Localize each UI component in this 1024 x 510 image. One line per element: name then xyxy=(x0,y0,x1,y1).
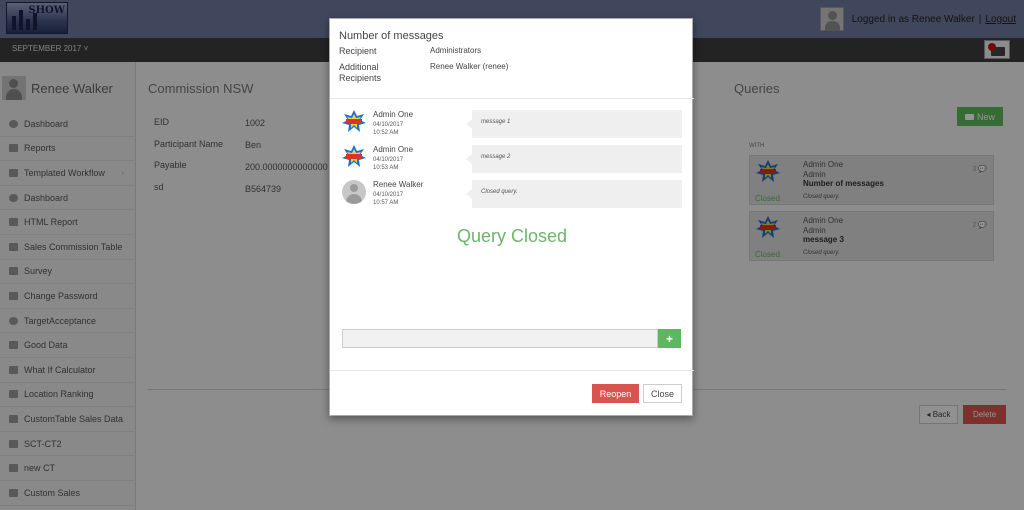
wow-icon xyxy=(342,145,366,167)
recipient-label: Recipient xyxy=(339,46,377,56)
message-timestamp: 04/10/2017 10:52 AM xyxy=(373,122,404,136)
recipient-value: Administrators xyxy=(430,46,482,55)
add-message-button[interactable]: + xyxy=(658,329,681,348)
additional-recipients-label: Additional Recipients xyxy=(339,62,382,83)
message-timestamp: 04/10/2017 10:57 AM xyxy=(373,192,404,206)
message-bubble: Closed query. xyxy=(466,180,682,208)
reopen-button[interactable]: Reopen xyxy=(592,384,639,403)
message-author: Admin One xyxy=(373,110,414,119)
message-item: Admin One 04/10/2017 10:53 AM message 2 xyxy=(342,145,682,175)
message-bubble: message 2 xyxy=(466,145,682,173)
dialog-divider xyxy=(330,98,694,99)
message-timestamp: 04/10/2017 10:53 AM xyxy=(373,157,404,171)
query-dialog: Number of messages Recipient Administrat… xyxy=(329,18,694,416)
reply-input[interactable] xyxy=(342,329,658,348)
message-bubble: message 1 xyxy=(466,110,682,138)
dialog-title: Number of messages xyxy=(339,30,444,42)
query-status-text: Query Closed xyxy=(456,226,568,246)
message-item: Admin One 04/10/2017 10:52 AM message 1 xyxy=(342,110,682,140)
message-item: Renee Walker 04/10/2017 10:57 AM Closed q… xyxy=(342,180,682,210)
additional-recipients-value: Renee Walker (renee) xyxy=(430,62,509,71)
wow-icon xyxy=(342,110,366,132)
close-button[interactable]: Close xyxy=(643,384,682,403)
user-avatar-icon xyxy=(342,180,366,204)
message-author: Admin One xyxy=(373,145,414,154)
message-author: Renee Walker xyxy=(373,180,424,189)
dialog-footer-divider xyxy=(330,370,694,371)
